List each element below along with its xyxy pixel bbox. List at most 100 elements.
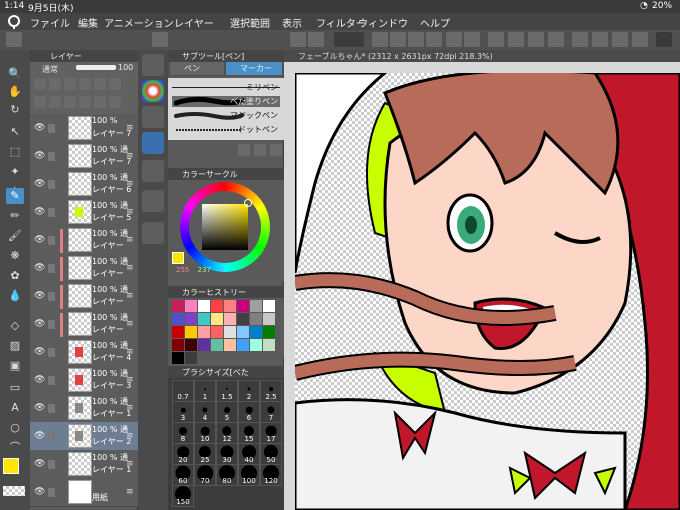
reference-layer-icon[interactable]: [49, 78, 61, 90]
brush-magic-pen[interactable]: マジックペン: [172, 110, 280, 121]
layer-row[interactable]: 👁 100 % 通レイヤー ≡: [30, 226, 138, 255]
history-swatch[interactable]: [237, 339, 249, 351]
brush-size-option[interactable]: 6: [238, 401, 260, 423]
main-color-swatch[interactable]: [3, 458, 19, 474]
history-swatch[interactable]: [224, 326, 236, 338]
brush-size-option[interactable]: 0.7: [172, 380, 194, 402]
brush-size-option[interactable]: 1: [194, 380, 216, 402]
fill-icon[interactable]: ▣: [6, 358, 24, 374]
history-swatch[interactable]: [211, 300, 223, 312]
menu-item[interactable]: ヘルプ: [420, 15, 450, 30]
layer-row[interactable]: 👁 用紙 ≡: [30, 478, 138, 507]
history-swatch[interactable]: [250, 339, 262, 351]
brush-size-option[interactable]: 3: [172, 401, 194, 423]
brush-size-option[interactable]: 40: [238, 443, 260, 465]
layer-menu-icon[interactable]: ≡: [126, 207, 134, 217]
history-swatch[interactable]: [211, 326, 223, 338]
brush-size-option[interactable]: 120: [260, 464, 282, 486]
layer-row[interactable]: 👁 100 % 通レイヤー ≡: [30, 310, 138, 339]
history-swatch[interactable]: [198, 339, 210, 351]
layer-lock-icon[interactable]: [48, 488, 55, 497]
layer-menu-icon[interactable]: ≡: [126, 459, 134, 469]
layer-row[interactable]: 👁 100 % 通レイヤー 2 ≡: [30, 422, 138, 451]
new-raster-layer-icon[interactable]: [34, 96, 46, 108]
history-swatch[interactable]: [198, 326, 210, 338]
layer-lock-icon[interactable]: [48, 460, 55, 469]
brush-size-option[interactable]: 2: [238, 380, 260, 402]
eraser-selection-icon[interactable]: [528, 32, 544, 47]
new-vector-layer-icon[interactable]: [49, 96, 61, 108]
brush-size-option[interactable]: 70: [194, 464, 216, 486]
layer-lock-icon[interactable]: [48, 180, 55, 189]
visibility-eye-icon[interactable]: 👁: [34, 404, 45, 413]
collapse-left-icon[interactable]: [6, 32, 22, 47]
tool-property-tab-icon[interactable]: [142, 160, 164, 182]
color-wheel-tab-icon[interactable]: [142, 80, 164, 102]
layer-row[interactable]: 👁 100 % 通レイヤー 3 ≡: [30, 366, 138, 395]
layer-lock-icon[interactable]: [48, 124, 55, 133]
brush-icon[interactable]: 🖌: [6, 228, 24, 244]
menu-item[interactable]: 表示: [282, 15, 302, 30]
material-tab-icon[interactable]: [142, 132, 164, 154]
history-swatch[interactable]: [185, 313, 197, 325]
layer-row[interactable]: 👁 100 % レイヤー 7 ≡: [30, 114, 138, 143]
brush-millipen[interactable]: ミリペン: [172, 82, 280, 93]
layer-row[interactable]: 👁 100 % 通レイヤー 7 ≡: [30, 142, 138, 171]
layer-lock-icon[interactable]: [48, 264, 55, 273]
layer-lock-icon[interactable]: [48, 292, 55, 301]
layer-menu-icon[interactable]: ≡: [126, 179, 134, 189]
history-swatch[interactable]: [185, 326, 197, 338]
delete-layer-icon[interactable]: [109, 96, 121, 108]
brush-size-option[interactable]: 20: [172, 443, 194, 465]
ruler-icon[interactable]: [632, 32, 648, 47]
clip-layer-icon[interactable]: [34, 78, 46, 90]
save-icon[interactable]: [372, 32, 388, 47]
history-swatch[interactable]: [250, 313, 262, 325]
layer-row[interactable]: 👁 100 % 通レイヤー 6 ≡: [30, 170, 138, 199]
layer-row[interactable]: 👁 100 % 通レイヤー 5 ≡: [30, 198, 138, 227]
brush-size-option[interactable]: 2.5: [260, 380, 282, 402]
subtool-tab-icon[interactable]: [142, 54, 164, 76]
color-wheel[interactable]: 255 237 0: [168, 180, 284, 282]
layer-row[interactable]: 👁 100 % 通レイヤー ≡: [30, 254, 138, 283]
history-swatch[interactable]: [185, 352, 197, 364]
add-mask-icon[interactable]: [94, 96, 106, 108]
menu-item[interactable]: ファイル: [30, 15, 70, 30]
menu-item[interactable]: アニメーション: [104, 15, 174, 30]
history-swatch[interactable]: [172, 300, 184, 312]
brush-size-option[interactable]: 100: [238, 464, 260, 486]
brush-size-option[interactable]: 12: [216, 422, 238, 444]
layer-menu-icon[interactable]: ≡: [126, 375, 134, 385]
text-icon[interactable]: A: [6, 400, 24, 416]
mask-icon[interactable]: [94, 78, 106, 90]
layer-row[interactable]: 👁 100 % 通レイヤー ≡: [30, 282, 138, 311]
saturation-square[interactable]: [202, 204, 248, 250]
eraser-icon[interactable]: ◇: [6, 318, 24, 334]
layer-row[interactable]: 👁 100 % 通レイヤー 1 ≡: [30, 394, 138, 423]
loading-icon[interactable]: [488, 32, 504, 47]
history-swatch[interactable]: [250, 326, 262, 338]
layer-lock-icon[interactable]: [48, 320, 55, 329]
visibility-eye-icon[interactable]: 👁: [34, 236, 45, 245]
layer-menu-icon[interactable]: ≡: [126, 403, 134, 413]
layer-lock-icon[interactable]: [48, 376, 55, 385]
export-icon[interactable]: [408, 32, 424, 47]
opacity-slider[interactable]: [76, 65, 116, 70]
layer-menu-icon[interactable]: ≡: [126, 431, 134, 441]
brush-size-option[interactable]: 1.5: [216, 380, 238, 402]
history-swatch[interactable]: [237, 300, 249, 312]
visibility-eye-icon[interactable]: 👁: [34, 488, 45, 497]
brush-dot-pen[interactable]: ドットペン: [172, 124, 280, 135]
current-color-swatch[interactable]: [172, 252, 184, 264]
history-swatch[interactable]: [263, 339, 275, 351]
brush-size-option[interactable]: 17: [260, 422, 282, 444]
brush-size-option[interactable]: 30: [216, 443, 238, 465]
tab-pen[interactable]: ペン: [170, 62, 224, 75]
visibility-eye-icon[interactable]: 👁: [34, 124, 45, 133]
merge-down-icon[interactable]: [79, 96, 91, 108]
layer-panel-tab[interactable]: レイヤー: [30, 50, 138, 62]
history-swatch[interactable]: [198, 300, 210, 312]
visibility-eye-icon[interactable]: 👁: [34, 348, 45, 357]
operation-icon[interactable]: ↖: [6, 124, 24, 140]
layer-lock-icon[interactable]: [48, 348, 55, 357]
